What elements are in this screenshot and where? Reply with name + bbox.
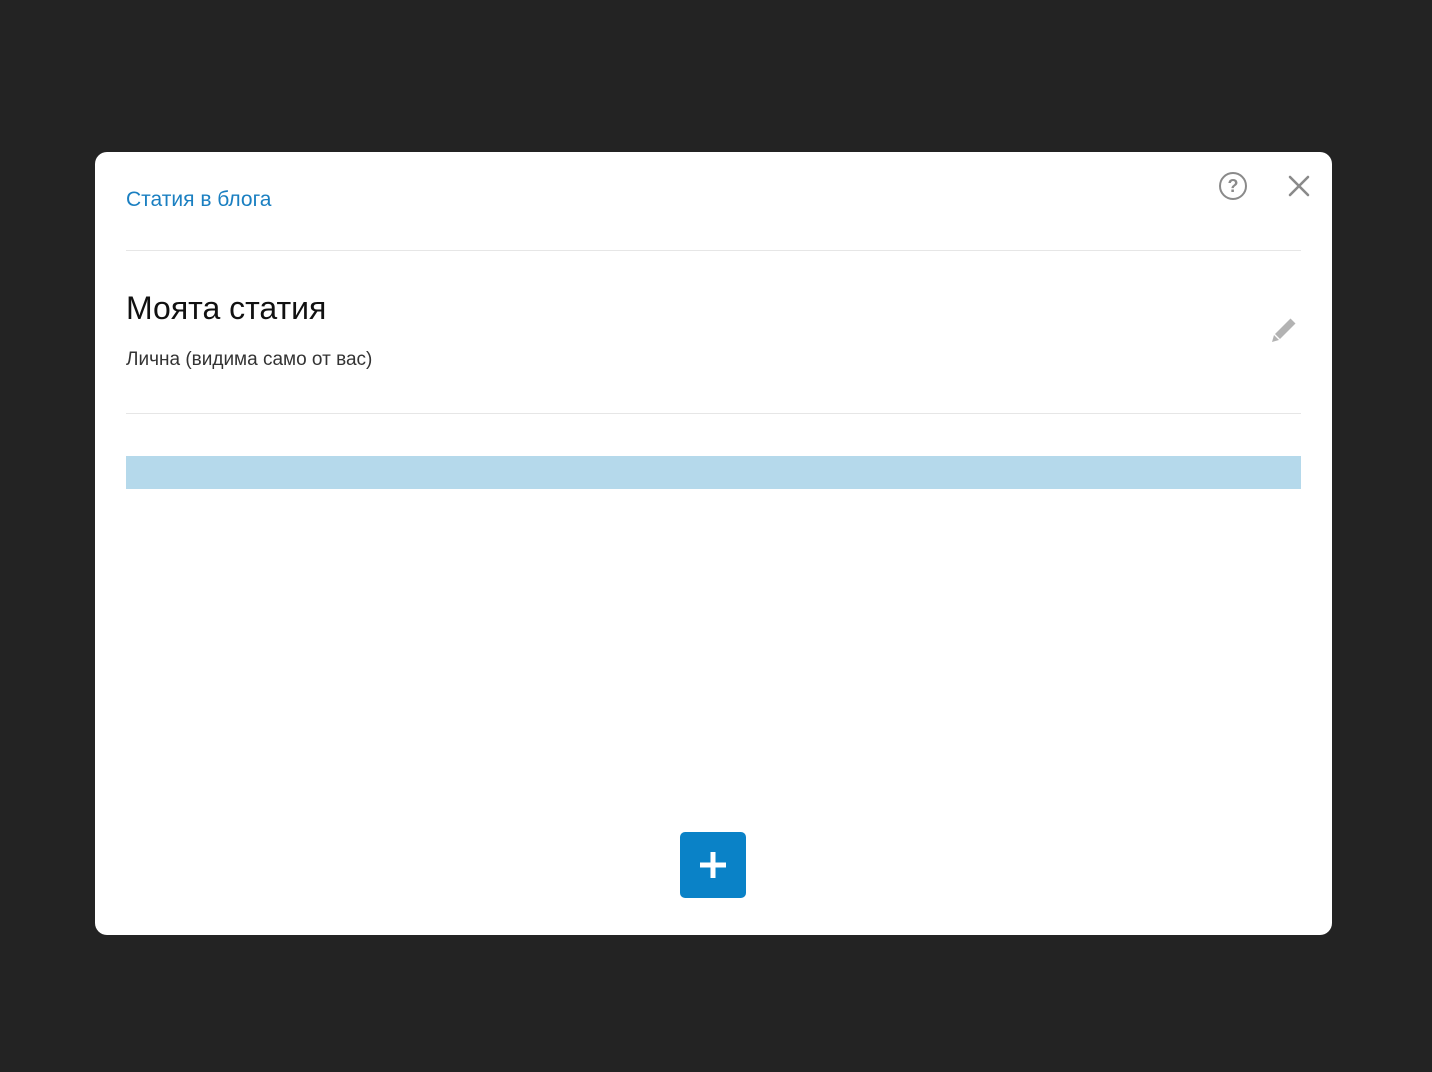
close-icon[interactable] bbox=[1285, 172, 1313, 200]
article-modal: Статия в блога ? Моята статия Лична (вид… bbox=[95, 152, 1332, 935]
article-title: Моята статия bbox=[126, 290, 327, 326]
content-divider bbox=[126, 413, 1301, 414]
breadcrumb-blog-article[interactable]: Статия в блога bbox=[126, 188, 271, 212]
article-visibility: Лична (видима само от вас) bbox=[126, 349, 373, 370]
header-divider bbox=[126, 250, 1301, 251]
pencil-icon[interactable] bbox=[1268, 314, 1300, 346]
plus-icon bbox=[700, 852, 726, 878]
add-block-button[interactable] bbox=[680, 832, 746, 898]
help-icon[interactable]: ? bbox=[1219, 172, 1247, 200]
content-block-placeholder[interactable] bbox=[126, 456, 1301, 489]
